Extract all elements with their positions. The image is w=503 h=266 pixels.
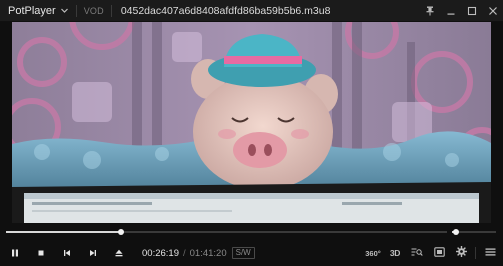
- seek-bar[interactable]: [6, 228, 447, 236]
- main-menu-button[interactable]: [479, 240, 501, 266]
- 3d-icon: 3D: [389, 248, 401, 258]
- decoder-badge[interactable]: S/W: [231, 247, 255, 259]
- total-duration: 01:41:20: [189, 247, 227, 259]
- pause-button[interactable]: [2, 240, 28, 266]
- close-button[interactable]: [482, 0, 503, 22]
- title-bar: PotPlayer VOD 0452dac407a6d8408afdfd86ba…: [0, 0, 503, 22]
- playlist-search-icon: [411, 244, 423, 262]
- stop-button[interactable]: [28, 240, 54, 266]
- playlist-search-button[interactable]: [406, 240, 428, 266]
- previous-button[interactable]: [54, 240, 80, 266]
- pin-icon: [425, 6, 435, 16]
- maximize-button[interactable]: [461, 0, 482, 22]
- next-icon: [88, 248, 98, 258]
- time-separator: /: [182, 247, 186, 259]
- mode-label: VOD: [83, 5, 104, 16]
- controls-divider: [475, 247, 476, 259]
- title-divider: [110, 4, 112, 17]
- minimize-icon: [446, 6, 456, 16]
- right-controls: 360° 3D: [362, 240, 501, 266]
- minimize-button[interactable]: [440, 0, 461, 22]
- settings-icon: [455, 244, 467, 262]
- next-button[interactable]: [80, 240, 106, 266]
- control-bar: 00:26:19 / 01:41:20 S/W 360° 3D: [0, 240, 503, 266]
- window-controls: [419, 0, 503, 22]
- previous-icon: [62, 248, 72, 258]
- file-title: 0452dac407a6d8408afdfd86ba59b5b6.m3u8: [120, 4, 331, 17]
- subtitles-button[interactable]: [428, 240, 450, 266]
- vr-360-icon: 360°: [365, 248, 381, 258]
- video-area[interactable]: [12, 22, 491, 223]
- volume-handle[interactable]: [452, 229, 459, 235]
- seek-progress: [6, 231, 121, 233]
- maximize-icon: [467, 6, 477, 16]
- eject-icon: [114, 248, 124, 258]
- eject-button[interactable]: [106, 240, 132, 266]
- close-icon: [488, 6, 498, 16]
- subtitles-icon: [433, 244, 445, 262]
- pause-icon: [10, 248, 20, 258]
- menu-icon: [485, 244, 496, 262]
- 3d-button[interactable]: 3D: [384, 240, 406, 266]
- app-name: PotPlayer: [8, 4, 56, 17]
- time-display[interactable]: 00:26:19 / 01:41:20 S/W: [142, 247, 255, 259]
- vr-360-button[interactable]: 360°: [362, 240, 384, 266]
- pin-button[interactable]: [419, 0, 440, 22]
- stop-icon: [36, 248, 46, 258]
- chevron-down-icon: [60, 6, 69, 15]
- volume-track: [452, 231, 496, 233]
- video-frame: [12, 22, 491, 223]
- title-divider: [75, 4, 77, 17]
- seek-handle[interactable]: [117, 229, 124, 235]
- app-menu-button[interactable]: PotPlayer: [0, 0, 69, 22]
- settings-button[interactable]: [450, 240, 472, 266]
- volume-slider[interactable]: [452, 228, 496, 236]
- current-time: 00:26:19: [142, 247, 179, 259]
